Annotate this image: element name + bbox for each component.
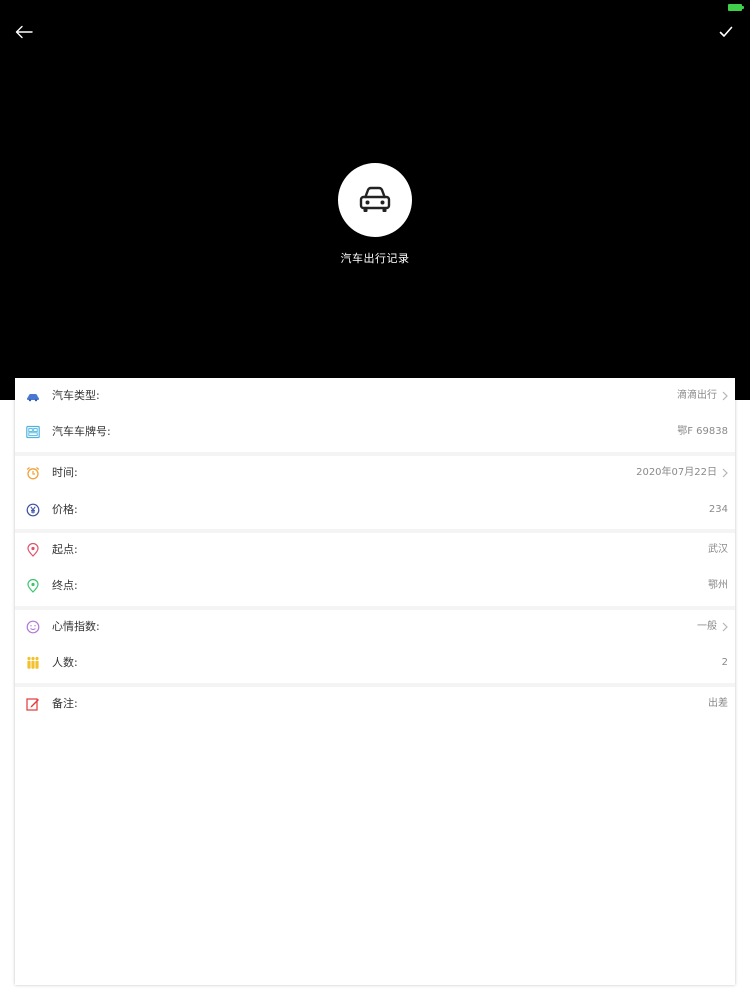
back-button[interactable] — [10, 20, 38, 44]
field-value: 2020年07月22日 — [636, 467, 717, 478]
field-label: 起点: — [52, 543, 78, 556]
field-people-count[interactable]: 人数: 2 — [15, 645, 735, 681]
chevron-right-icon — [722, 622, 728, 632]
field-note[interactable]: 备注: 出差 — [15, 686, 735, 722]
record-card: 汽车类型: 滴滴出行 汽车车牌号: 鄂F 69838 时间: 2020年07月2… — [15, 378, 735, 985]
field-value: 鄂州 — [708, 580, 728, 591]
check-icon — [719, 26, 733, 37]
field-value: 234 — [708, 504, 728, 515]
chevron-right-icon — [722, 468, 728, 478]
field-label: 人数: — [52, 656, 78, 669]
note-edit-icon — [26, 697, 40, 711]
field-value: 一般 — [697, 621, 717, 632]
field-mood[interactable]: 心情指数: 一般 — [15, 609, 735, 645]
field-label: 汽车类型: — [52, 389, 100, 402]
field-value: 鄂F 69838 — [677, 426, 728, 437]
confirm-button[interactable] — [712, 20, 740, 44]
start-location-icon — [26, 543, 40, 557]
field-label: 终点: — [52, 579, 78, 592]
end-location-icon — [26, 579, 40, 593]
category-icon-circle — [338, 163, 412, 237]
field-license-plate[interactable]: 汽车车牌号: 鄂F 69838 — [15, 414, 735, 450]
people-icon — [26, 656, 40, 670]
license-plate-icon — [26, 425, 40, 439]
field-value: 滴滴出行 — [677, 390, 717, 401]
smiley-icon — [26, 620, 40, 634]
chevron-right-icon — [722, 391, 728, 401]
field-value: 2 — [721, 657, 728, 668]
category-label: 汽车出行记录 — [340, 252, 410, 265]
field-value: 武汉 — [708, 544, 728, 555]
field-label: 汽车车牌号: — [52, 425, 111, 438]
field-value: 出差 — [708, 698, 728, 709]
battery-icon — [728, 4, 744, 11]
field-start-point[interactable]: 起点: 武汉 — [15, 532, 735, 568]
yen-icon — [26, 503, 40, 517]
field-label: 心情指数: — [52, 620, 100, 633]
field-label: 时间: — [52, 466, 78, 479]
car-small-icon — [26, 389, 40, 403]
field-label: 价格: — [52, 503, 78, 516]
field-label: 备注: — [52, 697, 78, 710]
car-icon — [359, 186, 391, 212]
field-end-point[interactable]: 终点: 鄂州 — [15, 568, 735, 604]
alarm-clock-icon — [26, 466, 40, 480]
field-car-type[interactable]: 汽车类型: 滴滴出行 — [15, 378, 735, 414]
arrow-left-icon — [15, 25, 33, 39]
header: 汽车出行记录 — [0, 0, 750, 400]
field-time[interactable]: 时间: 2020年07月22日 — [15, 455, 735, 491]
field-price[interactable]: 价格: 234 — [15, 492, 735, 528]
